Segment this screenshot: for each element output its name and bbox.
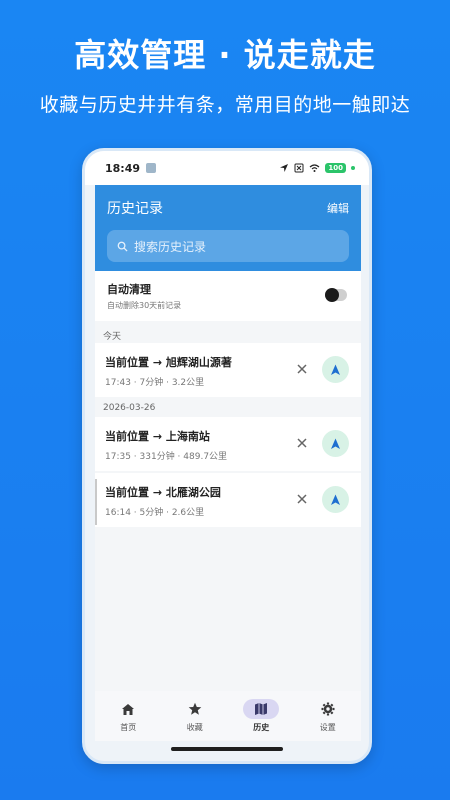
tab-home[interactable]: 首页 [104, 695, 152, 737]
search-icon [117, 241, 128, 252]
charging-dot-icon [351, 166, 355, 170]
group-label-today: 今天 [103, 332, 122, 342]
gear-icon [321, 702, 335, 716]
search-placeholder: 搜索历史记录 [134, 239, 207, 254]
close-icon[interactable] [295, 492, 309, 506]
history-item-route: 当前位置 → 北雁湖公园 [105, 486, 221, 499]
navigation-arrow-icon [331, 494, 340, 505]
app-header: 历史记录 编辑 搜索历史记录 [95, 185, 361, 271]
tab-icon-wrap [310, 699, 346, 719]
tab-settings[interactable]: 设置 [304, 695, 352, 737]
navigate-button[interactable] [322, 430, 349, 457]
promo-title: 高效管理 · 说走就走 [74, 36, 376, 74]
tab-label: 历史 [253, 723, 270, 732]
status-bar: 18:49 100 [85, 151, 369, 185]
navigate-button[interactable] [322, 356, 349, 383]
navigate-button[interactable] [322, 486, 349, 513]
status-icons: 100 [279, 163, 355, 173]
battery-icon: 100 [325, 163, 346, 173]
wifi-icon [309, 164, 320, 172]
tab-history[interactable]: 历史 [237, 695, 285, 737]
search-input[interactable]: 搜索历史记录 [107, 230, 349, 262]
bottom-tab-bar: 首页 收藏 历史 设置 [95, 691, 361, 741]
tab-label: 收藏 [186, 723, 203, 732]
navigation-arrow-icon [331, 438, 340, 449]
history-item-meta: 16:14 · 5分钟 · 2.6公里 [105, 508, 205, 518]
toggle-knob [325, 288, 339, 302]
history-item-route: 当前位置 → 旭辉湖山源著 [105, 356, 232, 369]
auto-clean-description: 自动删除30天前记录 [107, 301, 182, 310]
auto-clean-setting: 自动清理 自动删除30天前记录 [95, 271, 361, 321]
history-item-meta: 17:43 · 7分钟 · 3.2公里 [105, 378, 205, 388]
tab-label: 设置 [319, 723, 336, 732]
edit-button[interactable]: 编辑 [327, 200, 349, 216]
phone-screen: 18:49 100 历史记录 编辑 搜索历史记录 自动清理 自动删除30天前记录… [82, 148, 372, 764]
location-arrow-icon [280, 164, 289, 172]
row-accent-bar [95, 479, 97, 525]
navigation-arrow-icon [331, 364, 340, 375]
history-list: 自动清理 自动删除30天前记录 今天 当前位置 → 旭辉湖山源著 17:43 ·… [95, 271, 361, 691]
tab-label: 首页 [120, 723, 137, 732]
tab-favorites[interactable]: 收藏 [171, 695, 219, 737]
map-icon [255, 703, 268, 715]
star-icon [188, 702, 202, 715]
promo-subtitle: 收藏与历史井井有条，常用目的地一触即达 [39, 94, 411, 116]
close-icon[interactable] [295, 436, 309, 450]
history-item[interactable]: 当前位置 → 北雁湖公园 16:14 · 5分钟 · 2.6公里 [95, 473, 361, 527]
auto-clean-title: 自动清理 [107, 283, 151, 296]
group-label-date: 2026-03-26 [103, 403, 156, 413]
auto-clean-toggle[interactable] [325, 288, 347, 302]
history-item[interactable]: 当前位置 → 旭辉湖山源著 17:43 · 7分钟 · 3.2公里 [95, 343, 361, 397]
page-title: 历史记录 [107, 201, 163, 217]
close-icon[interactable] [295, 362, 309, 376]
history-item-route: 当前位置 → 上海南站 [105, 430, 210, 443]
status-time: 18:49 [105, 161, 141, 175]
home-icon [122, 703, 135, 715]
sim-card-icon [294, 163, 304, 173]
tab-icon-wrap [110, 699, 146, 719]
history-item-meta: 17:35 · 331分钟 · 489.7公里 [105, 452, 228, 462]
tab-icon-wrap [243, 699, 280, 719]
notification-app-icon [146, 163, 157, 173]
home-indicator[interactable] [171, 747, 283, 751]
tab-icon-wrap [177, 699, 213, 719]
history-item[interactable]: 当前位置 → 上海南站 17:35 · 331分钟 · 489.7公里 [95, 417, 361, 471]
